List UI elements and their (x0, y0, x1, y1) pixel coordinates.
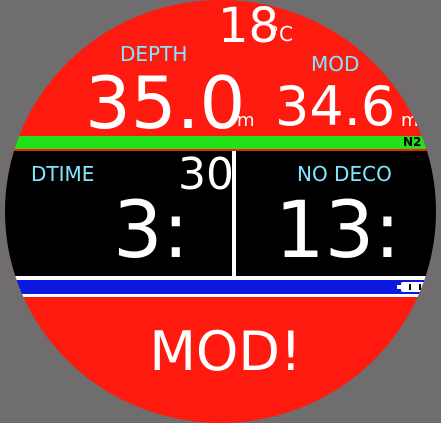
dive-time-minutes: 3: (113, 186, 189, 276)
no-deco-label: NO DECO (297, 162, 392, 186)
gas-label: N2 (403, 135, 422, 149)
battery-segment (419, 284, 421, 290)
depth-unit: m (237, 110, 255, 131)
gas-bar (5, 136, 436, 149)
screen: 18 °C DEPTH MOD 35.0 m 34.6 m N2 DTIME 3… (0, 0, 441, 423)
mod-label: MOD (311, 52, 360, 76)
status-bar (5, 280, 436, 294)
separator-line-bottom (5, 294, 436, 297)
watch-face: 18 °C DEPTH MOD 35.0 m 34.6 m N2 DTIME 3… (5, 0, 436, 423)
depth-value: 35.0 (85, 61, 246, 145)
battery-body (401, 282, 431, 292)
no-deco-value: 13: (275, 186, 401, 276)
battery-segment (409, 284, 411, 290)
dive-time-label: DTIME (31, 162, 95, 186)
temperature-unit: °C (269, 22, 293, 46)
mod-value: 34.6 (275, 75, 396, 138)
mod-unit: m (401, 110, 419, 131)
mod-warning: MOD! (149, 320, 302, 383)
